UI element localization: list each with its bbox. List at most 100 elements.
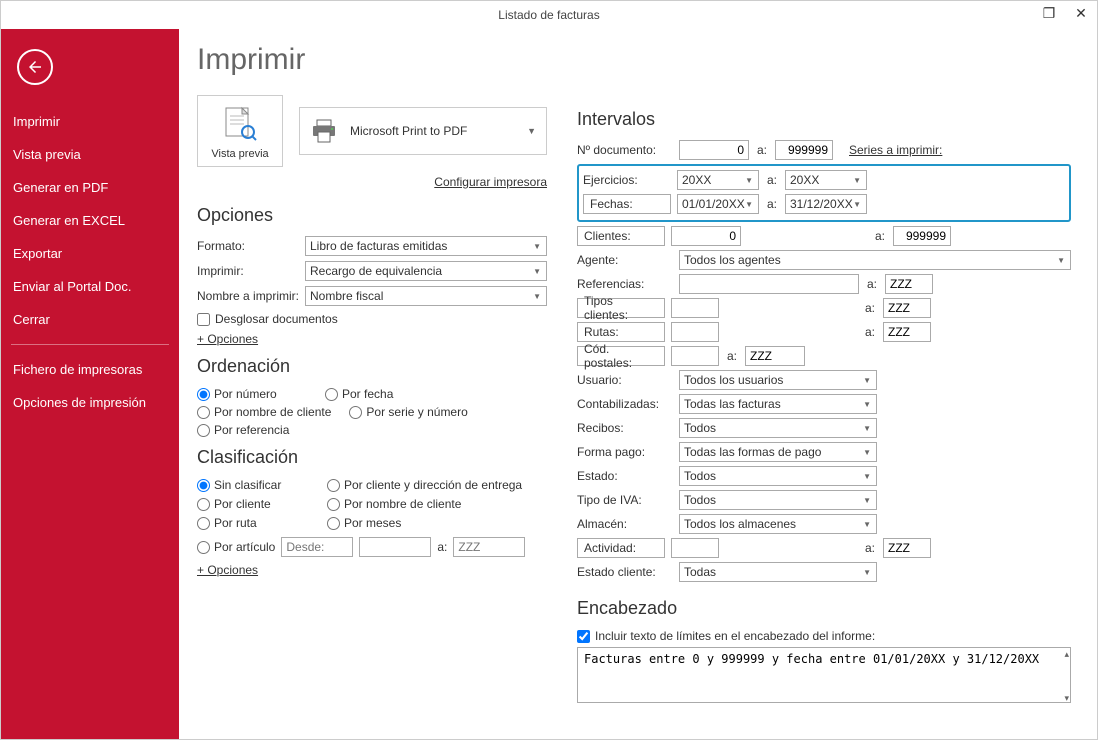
radio-por-numero[interactable]: Por número (197, 387, 307, 401)
sidebar-item-generar-excel[interactable]: Generar en EXCEL (1, 204, 179, 237)
chevron-down-icon: ▼ (533, 267, 541, 276)
tipo-iva-select[interactable]: Todos▼ (679, 490, 877, 510)
clientes-to-input[interactable] (893, 226, 951, 246)
estado-cliente-select[interactable]: Todas▼ (679, 562, 877, 582)
radio-por-referencia[interactable]: Por referencia (197, 423, 307, 437)
rutas-from-input[interactable] (671, 322, 719, 342)
fechas-to-select[interactable]: 31/12/20XX▼ (785, 194, 867, 214)
sidebar-item-generar-pdf[interactable]: Generar en PDF (1, 171, 179, 204)
recibos-select[interactable]: Todos▼ (679, 418, 877, 438)
fechas-from-select[interactable]: 01/01/20XX▼ (677, 194, 759, 214)
forma-pago-select[interactable]: Todas las formas de pago▼ (679, 442, 877, 462)
clasificacion-more-link[interactable]: + Opciones (197, 563, 258, 577)
clientes-from-input[interactable] (671, 226, 741, 246)
articulo-from-input[interactable] (359, 537, 431, 557)
ejercicios-from-select[interactable]: 20XX▼ (677, 170, 759, 190)
formato-select[interactable]: Libro de facturas emitidas▼ (305, 236, 547, 256)
clientes-label[interactable]: Clientes: (577, 226, 665, 246)
actividad-label[interactable]: Actividad: (577, 538, 665, 558)
incluir-texto-label: Incluir texto de límites en el encabezad… (595, 629, 875, 643)
ejercicios-to-select[interactable]: 20XX▼ (785, 170, 867, 190)
tipos-clientes-to-input[interactable] (883, 298, 931, 318)
a-label: a: (725, 349, 739, 363)
tipos-clientes-label[interactable]: Tipos clientes: (577, 298, 665, 318)
opciones-more-link[interactable]: + Opciones (197, 332, 258, 346)
imprimir-select[interactable]: Recargo de equivalencia▼ (305, 261, 547, 281)
ndoc-label: Nº documento: (577, 143, 673, 157)
recibos-label: Recibos: (577, 421, 673, 435)
contabilizadas-select[interactable]: Todas las facturas▼ (679, 394, 877, 414)
clasificacion-heading: Clasificación (197, 447, 547, 468)
tipos-clientes-from-input[interactable] (671, 298, 719, 318)
vista-previa-button[interactable]: Vista previa (197, 95, 283, 167)
radio-por-cliente[interactable]: Por cliente (197, 497, 297, 511)
cod-postales-label[interactable]: Cód. postales: (577, 346, 665, 366)
actividad-to-input[interactable] (883, 538, 931, 558)
a-label: a: (873, 229, 887, 243)
printer-select[interactable]: Microsoft Print to PDF ▼ (299, 107, 547, 155)
a-label: a: (863, 541, 877, 555)
radio-por-nombre-cliente[interactable]: Por nombre de cliente (197, 405, 331, 419)
incluir-texto-checkbox[interactable] (577, 630, 590, 643)
chevron-down-icon: ▼ (863, 472, 871, 481)
chevron-down-icon: ▼ (863, 400, 871, 409)
nombre-select[interactable]: Nombre fiscal▼ (305, 286, 547, 306)
chevron-down-icon: ▼ (863, 376, 871, 385)
actividad-from-input[interactable] (671, 538, 719, 558)
chevron-down-icon: ▼ (527, 126, 536, 136)
printer-name: Microsoft Print to PDF (350, 124, 467, 138)
estado-select[interactable]: Todos▼ (679, 466, 877, 486)
back-button[interactable] (17, 49, 53, 85)
sidebar-item-imprimir[interactable]: Imprimir (1, 105, 179, 138)
agente-select[interactable]: Todos los agentes▼ (679, 250, 1071, 270)
encabezado-textarea[interactable] (577, 647, 1071, 703)
scroll-down-icon[interactable]: ▾ (1064, 693, 1069, 704)
referencias-to-input[interactable] (885, 274, 933, 294)
sidebar: Imprimir Vista previa Generar en PDF Gen… (1, 29, 179, 739)
tipo-iva-label: Tipo de IVA: (577, 493, 673, 507)
almacen-select[interactable]: Todos los almacenes▼ (679, 514, 877, 534)
ndoc-to-input[interactable] (775, 140, 833, 160)
articulo-a-label: a: (437, 540, 447, 554)
radio-por-articulo[interactable]: Por artículo (197, 540, 275, 554)
sidebar-item-vista-previa[interactable]: Vista previa (1, 138, 179, 171)
referencias-from-input[interactable] (679, 274, 859, 294)
estado-cliente-label: Estado cliente: (577, 565, 673, 579)
rutas-label[interactable]: Rutas: (577, 322, 665, 342)
scroll-up-icon[interactable]: ▴ (1064, 649, 1069, 660)
cod-postales-from-input[interactable] (671, 346, 719, 366)
window-title: Listado de facturas (498, 8, 599, 22)
chevron-down-icon: ▼ (863, 448, 871, 457)
radio-por-ruta[interactable]: Por ruta (197, 516, 297, 530)
radio-por-serie-numero[interactable]: Por serie y número (349, 405, 467, 419)
rutas-to-input[interactable] (883, 322, 931, 342)
config-printer-link[interactable]: Configurar impresora (434, 175, 547, 189)
usuario-label: Usuario: (577, 373, 673, 387)
encabezado-heading: Encabezado (577, 598, 1071, 619)
ndoc-from-input[interactable] (679, 140, 749, 160)
radio-por-fecha[interactable]: Por fecha (325, 387, 435, 401)
sidebar-item-exportar[interactable]: Exportar (1, 237, 179, 270)
estado-label: Estado: (577, 469, 673, 483)
usuario-select[interactable]: Todos los usuarios▼ (679, 370, 877, 390)
radio-sin-clasificar[interactable]: Sin clasificar (197, 478, 297, 492)
sidebar-divider (11, 344, 169, 345)
desglosar-checkbox[interactable] (197, 313, 210, 326)
maximize-icon[interactable]: ❐ (1037, 3, 1061, 23)
cod-postales-to-input[interactable] (745, 346, 805, 366)
radio-por-meses[interactable]: Por meses (327, 516, 427, 530)
a-label: a: (755, 143, 769, 157)
chevron-down-icon: ▼ (853, 200, 861, 209)
sidebar-item-enviar-portal[interactable]: Enviar al Portal Doc. (1, 270, 179, 303)
radio-cliente-direccion[interactable]: Por cliente y dirección de entrega (327, 478, 522, 492)
sidebar-item-opciones-impresion[interactable]: Opciones de impresión (1, 386, 179, 419)
articulo-to-input[interactable] (453, 537, 525, 557)
chevron-down-icon: ▼ (1057, 256, 1065, 265)
series-link[interactable]: Series a imprimir: (849, 143, 942, 157)
sidebar-item-fichero-impresoras[interactable]: Fichero de impresoras (1, 353, 179, 386)
sidebar-item-cerrar[interactable]: Cerrar (1, 303, 179, 336)
radio-nombre-cliente[interactable]: Por nombre de cliente (327, 497, 461, 511)
articulo-desde-input[interactable] (281, 537, 353, 557)
close-icon[interactable]: ✕ (1069, 3, 1093, 23)
fechas-label[interactable]: Fechas: (583, 194, 671, 214)
